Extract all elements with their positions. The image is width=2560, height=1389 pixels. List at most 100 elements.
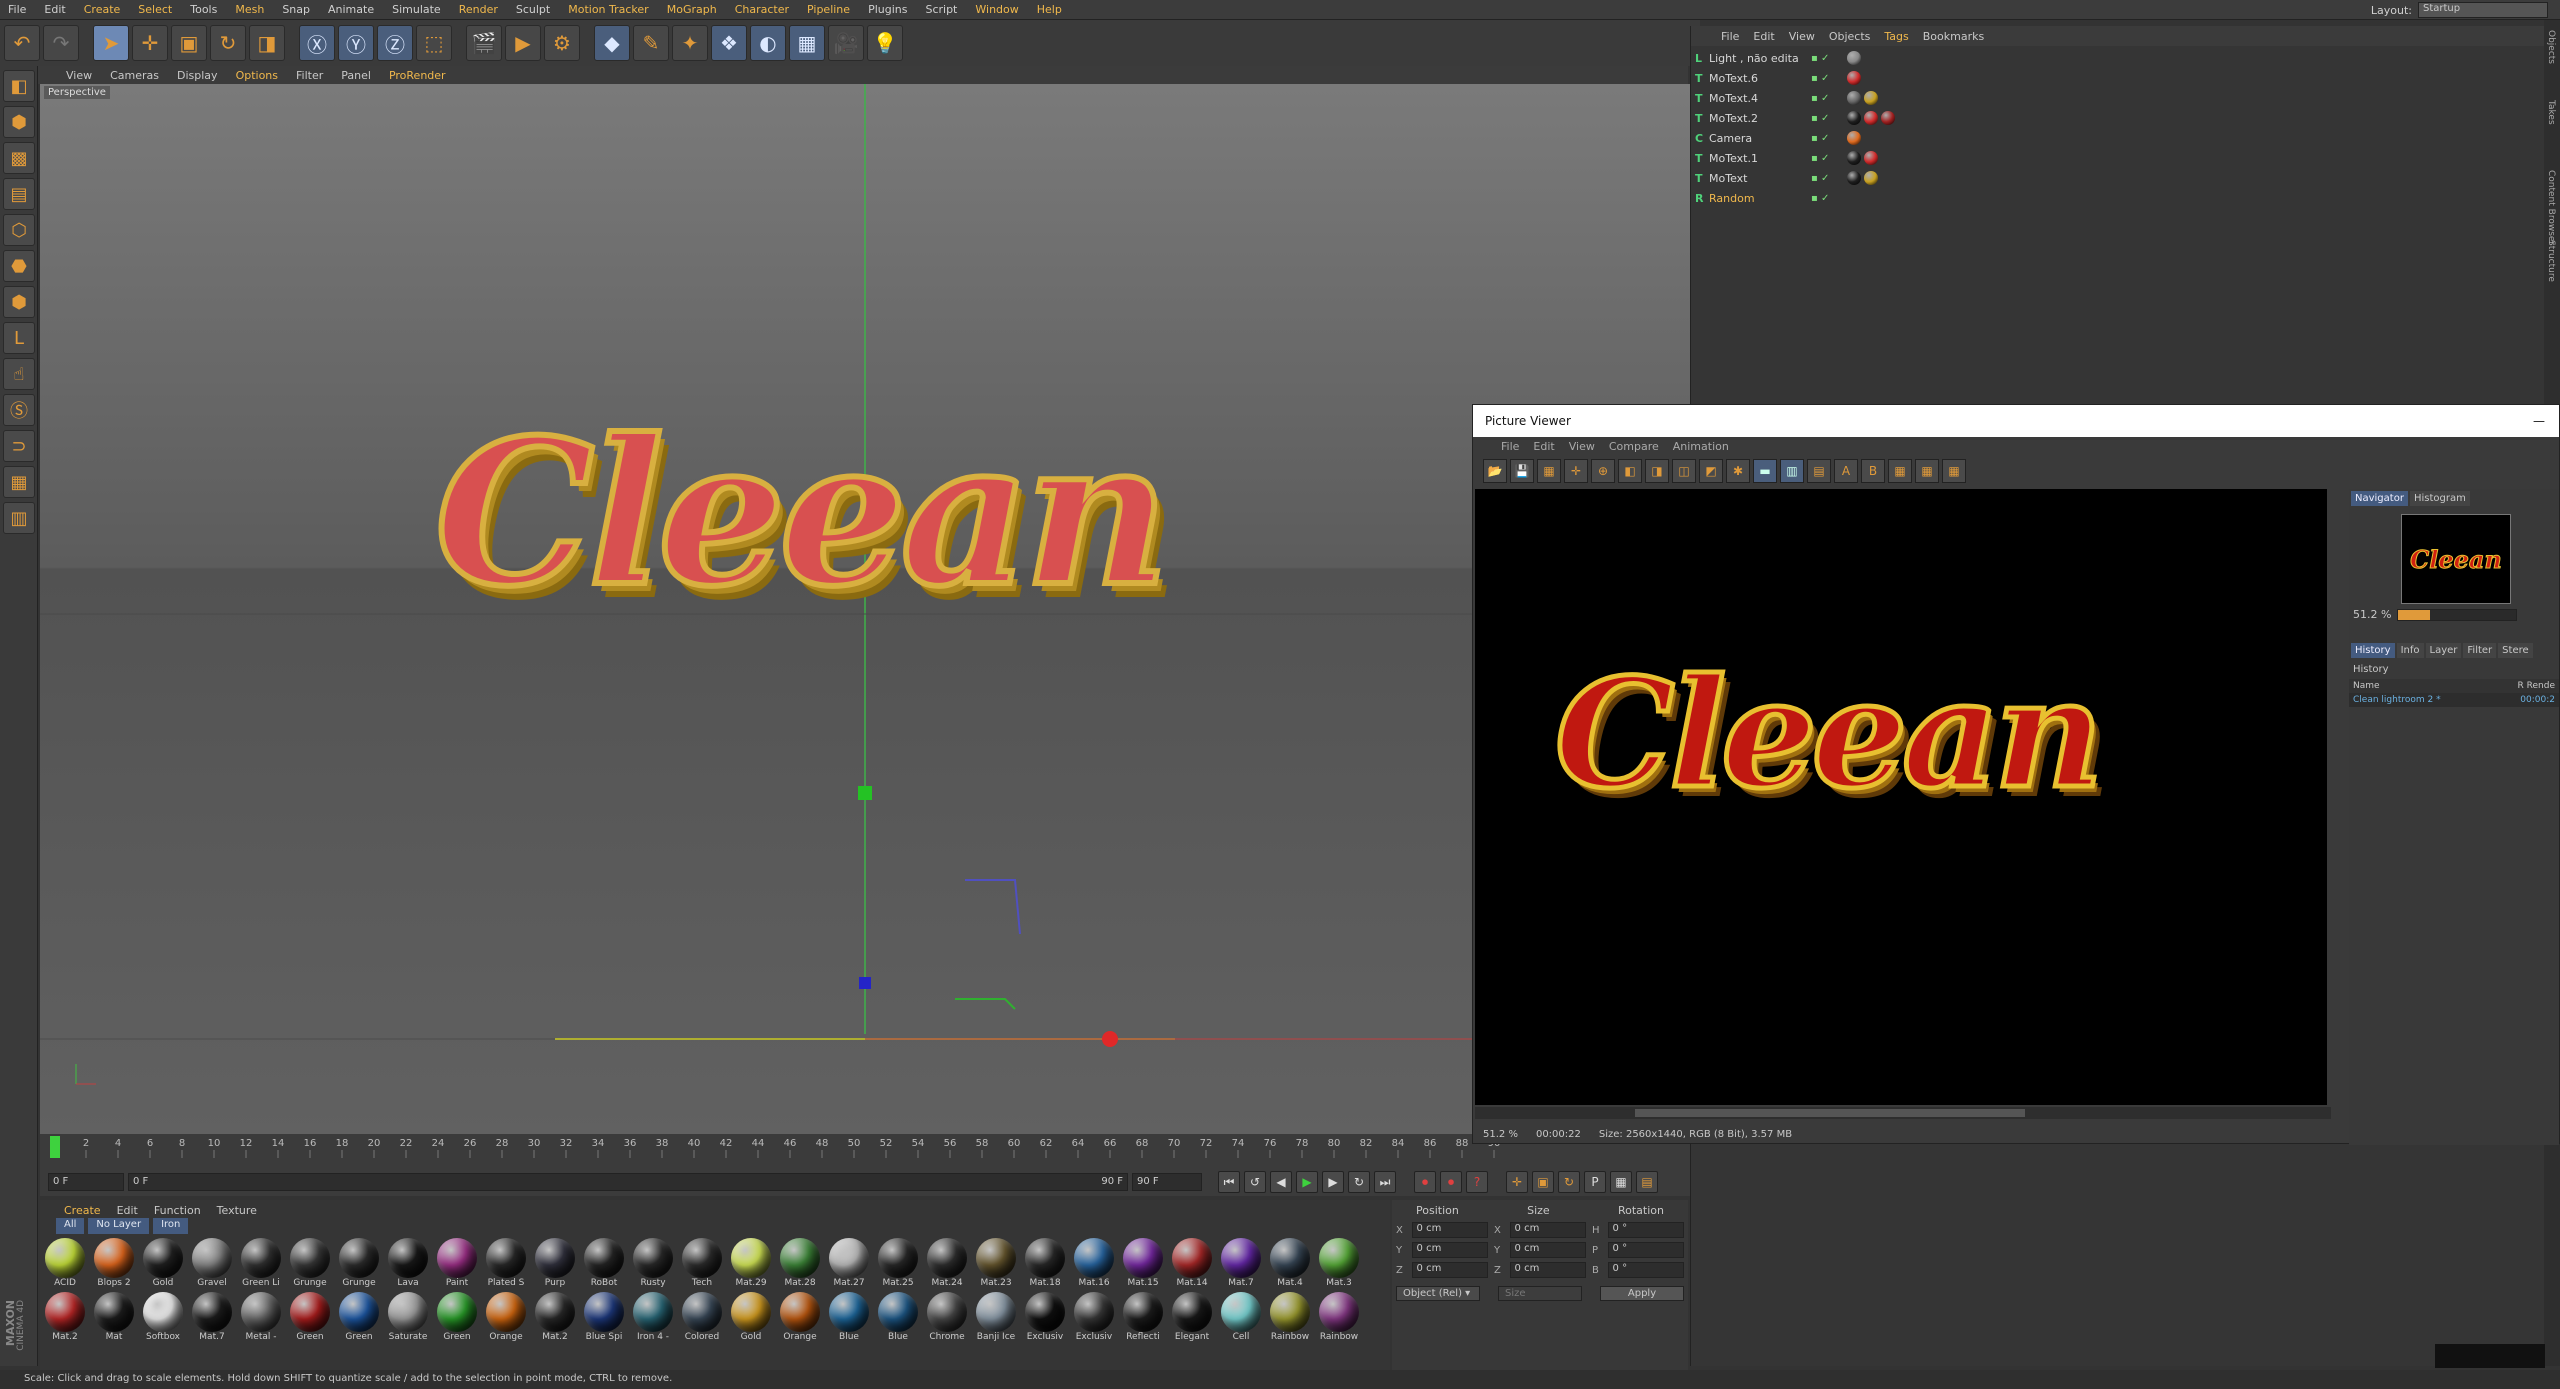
material-swatch[interactable]: Colored [679,1292,725,1342]
material-swatch[interactable]: Reflecti [1120,1292,1166,1342]
menu-item-script[interactable]: Script [925,3,957,16]
material-swatch[interactable]: Cell [1218,1292,1264,1342]
material-swatch[interactable]: Grunge [287,1238,333,1288]
pv-menu-view[interactable]: View [1569,440,1595,453]
menu-item-simulate[interactable]: Simulate [392,3,441,16]
material-swatch[interactable]: Mat [91,1292,137,1342]
prev-frame-icon[interactable]: ◀ [1270,1171,1292,1193]
material-swatch[interactable]: Green [287,1292,333,1342]
material-swatch[interactable]: Green [434,1292,480,1342]
render-region-icon[interactable]: ◨ [1645,459,1669,483]
material-swatch[interactable]: Gold [728,1292,774,1342]
select-tool-icon[interactable]: ➤ [93,25,129,61]
material-swatch[interactable]: Mat.4 [1267,1238,1313,1288]
material-swatch[interactable]: Lava [385,1238,431,1288]
object-menu-file[interactable]: File [1721,30,1739,43]
material-menu-create[interactable]: Create [64,1204,101,1217]
position-field[interactable]: 0 cm [1411,1242,1488,1258]
menu-item-edit[interactable]: Edit [44,3,65,16]
material-swatch[interactable]: Gold [140,1238,186,1288]
object-row[interactable]: L Light , não edita ▪ ✓ [1691,48,2560,68]
size-mode-dropdown[interactable]: Size [1498,1286,1582,1301]
viewport-menu-options[interactable]: Options [236,69,278,82]
material-tag-icon[interactable] [1864,111,1878,125]
axis-mode-icon[interactable]: L [3,322,35,354]
camera-icon[interactable]: 🎥 [828,25,864,61]
points-mode-icon[interactable]: ⬡ [3,214,35,246]
history-tab-info[interactable]: Info [2396,643,2424,658]
light-icon[interactable]: 💡 [867,25,903,61]
menu-item-sculpt[interactable]: Sculpt [516,3,550,16]
coordinate-system-icon[interactable]: ⬚ [416,25,452,61]
material-tag-icon[interactable] [1864,151,1878,165]
menu-item-animate[interactable]: Animate [328,3,374,16]
history-tab-history[interactable]: History [2351,643,2395,658]
material-swatch[interactable]: Mat.3 [1316,1238,1362,1288]
side-tab-takes[interactable]: Takes [2546,100,2556,125]
subdivision-icon[interactable]: ✦ [672,25,708,61]
visibility-checks[interactable]: ▪ ✓ [1811,173,1847,184]
save-icon[interactable]: 💾 [1510,459,1534,483]
material-swatch[interactable]: Mat.7 [1218,1238,1264,1288]
tweak-icon[interactable]: ☝ [3,358,35,390]
rotation-field[interactable]: 0 ° [1607,1262,1684,1278]
interactive-render-icon[interactable]: ✱ [1726,459,1750,483]
key-position-icon[interactable]: ✛ [1506,1171,1528,1193]
size-field[interactable]: 0 cm [1509,1262,1586,1278]
minimize-icon[interactable]: — [2533,414,2545,428]
next-frame-icon[interactable]: ▶ [1322,1171,1344,1193]
visibility-checks[interactable]: ▪ ✓ [1811,133,1847,144]
key-pla-icon[interactable]: ▦ [1610,1171,1632,1193]
object-row[interactable]: T MoText.2 ▪ ✓ [1691,108,2560,128]
playhead[interactable] [50,1136,60,1158]
material-filter-iron[interactable]: Iron [153,1218,189,1234]
double-view-icon[interactable]: ▥ [1780,459,1804,483]
material-swatch[interactable]: Blue [826,1292,872,1342]
keyframe-selection-icon[interactable]: ? [1466,1171,1488,1193]
menu-item-window[interactable]: Window [975,3,1018,16]
material-swatch[interactable]: Banji Ice [973,1292,1019,1342]
material-swatch[interactable]: Mat.27 [826,1238,872,1288]
history-entry[interactable]: Clean lightroom 2 * 00:00:2 [2349,693,2559,707]
menu-item-character[interactable]: Character [735,3,789,16]
z-axis-icon[interactable]: Ⓩ [377,25,413,61]
record-icon[interactable]: ⏺ [1414,1171,1436,1193]
deformer-icon[interactable]: ◐ [750,25,786,61]
material-tag-icon[interactable] [1847,111,1861,125]
menu-item-mograph[interactable]: MoGraph [667,3,717,16]
material-swatch[interactable]: Iron 4 - [630,1292,676,1342]
material-swatch[interactable]: Elegant [1169,1292,1215,1342]
viewport-3d-text[interactable]: Cleean [432,411,1173,617]
material-swatch[interactable]: Chrome [924,1292,970,1342]
material-swatch[interactable]: Mat.14 [1169,1238,1215,1288]
array-icon[interactable]: ❖ [711,25,747,61]
make-editable-icon[interactable]: ◧ [3,70,35,102]
rendered-image[interactable]: Cleean [1475,489,2327,1105]
coordinate-mode-dropdown[interactable]: Object (Rel) ▾ [1396,1286,1480,1301]
material-swatch[interactable]: Blue [875,1292,921,1342]
pv-menu-animation[interactable]: Animation [1673,440,1729,453]
material-tag-icon[interactable] [1847,71,1861,85]
go-to-end-icon[interactable]: ⏭ [1374,1171,1396,1193]
apply-button[interactable]: Apply [1600,1286,1684,1301]
material-swatch[interactable]: Rusty [630,1238,676,1288]
menu-item-create[interactable]: Create [84,3,121,16]
size-field[interactable]: 0 cm [1509,1242,1586,1258]
viewport-menu-prorender[interactable]: ProRender [389,69,446,82]
floor-icon[interactable]: ▦ [789,25,825,61]
fit-icon[interactable]: ✛ [1564,459,1588,483]
move-tool-icon[interactable]: ✛ [132,25,168,61]
navigator-zoom-slider[interactable] [2397,608,2518,621]
pv-menu-file[interactable]: File [1501,440,1519,453]
material-tag-icon[interactable] [1847,51,1861,65]
render-settings-icon[interactable]: ⚙ [544,25,580,61]
material-tag-icon[interactable] [1847,91,1861,105]
pv-menu-edit[interactable]: Edit [1533,440,1554,453]
image-scrollbar[interactable] [1475,1107,2331,1119]
menu-item-render[interactable]: Render [459,3,498,16]
material-tag-icon[interactable] [1864,171,1878,185]
polygons-mode-icon[interactable]: ⬢ [3,286,35,318]
material-swatch[interactable]: Mat.2 [42,1292,88,1342]
key-scale-icon[interactable]: ▣ [1532,1171,1554,1193]
menu-item-snap[interactable]: Snap [282,3,310,16]
